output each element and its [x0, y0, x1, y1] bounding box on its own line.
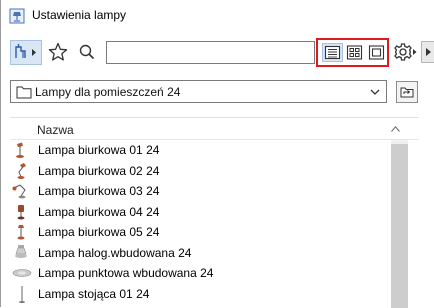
desk-lamp-icon	[17, 225, 25, 240]
library-filter-button[interactable]	[10, 40, 42, 65]
window-title: Ustawienia lampy	[32, 8, 127, 22]
list-item-label: Lampa biurkowa 01 24	[38, 143, 160, 157]
chevron-down-icon	[370, 89, 380, 95]
list-scrollbar[interactable]	[391, 140, 408, 308]
folder-up-button[interactable]	[396, 81, 418, 103]
list-header: Nazwa	[10, 118, 419, 140]
list-item[interactable]: Lampa biurkowa 01 24	[10, 140, 391, 161]
recessed-spot-icon	[12, 269, 32, 277]
lamp-settings-dialog: Ustawienia lampy Lampy dla pomieszczeń 2…	[0, 0, 434, 308]
list-item-label: Lampa biurkowa 04 24	[38, 204, 160, 219]
folder-up-icon	[400, 87, 414, 98]
list-item[interactable]: Lampa halog.wbudowana 24	[10, 243, 391, 264]
desk-lamp-icon	[17, 204, 25, 219]
list-item[interactable]: Lampa punktowa wbudowana 24	[10, 263, 391, 284]
column-header-name[interactable]: Nazwa	[37, 123, 74, 137]
star-icon	[48, 42, 68, 61]
list-item-label: Lampa biurkowa 03 24	[38, 184, 160, 198]
scrollbar-thumb[interactable]	[391, 144, 408, 308]
list-item-label: Lampa halog.wbudowana 24	[38, 245, 192, 260]
recessed-halogen-icon	[15, 244, 27, 258]
toolbar	[1, 32, 434, 74]
lamp-app-icon	[9, 8, 25, 24]
desk-lamp-icon	[17, 162, 26, 179]
grid-view-icon	[346, 45, 363, 60]
folder-icon	[16, 86, 32, 99]
sort-ascending-icon[interactable]	[391, 126, 400, 132]
desk-lamp-icon	[16, 142, 24, 158]
library-object-icon	[15, 44, 36, 58]
list-item[interactable]: Lampa biurkowa 05 24	[10, 222, 391, 243]
gear-icon	[394, 43, 417, 61]
view-mode-group	[316, 38, 389, 67]
preview-view-button[interactable]	[366, 43, 387, 62]
grid-view-button[interactable]	[344, 43, 365, 62]
list-rows: Lampa biurkowa 01 24 Lampa biurkowa 02 2…	[10, 140, 391, 308]
list-view-icon	[324, 45, 341, 60]
favorites-button[interactable]	[47, 41, 69, 63]
list-item-label: Lampa biurkowa 02 24	[38, 163, 160, 178]
title-bar: Ustawienia lampy	[1, 0, 434, 32]
list-item[interactable]: Lampa stojąca 01 24	[10, 284, 391, 305]
search-icon	[79, 44, 95, 60]
list-view-button[interactable]	[322, 43, 343, 62]
settings-button[interactable]	[392, 41, 418, 63]
list-item[interactable]: Lampa biurkowa 02 24	[10, 161, 391, 182]
list-item-label: Lampa stojąca 01 24	[38, 286, 150, 301]
floor-lamp-icon	[19, 285, 25, 303]
preview-view-icon	[368, 45, 385, 60]
search-input[interactable]	[106, 41, 315, 64]
search-button[interactable]	[76, 41, 98, 63]
chevron-right-icon	[426, 48, 431, 56]
panel-expand-button[interactable]	[421, 41, 434, 63]
folder-dropdown[interactable]: Lampy dla pomieszczeń 24	[10, 80, 387, 103]
list-item[interactable]: Lampa biurkowa 04 24	[10, 202, 391, 223]
folder-dropdown-value: Lampy dla pomieszczeń 24	[35, 85, 181, 99]
list-item-label: Lampa biurkowa 05 24	[38, 225, 160, 239]
desk-lamp-icon	[12, 184, 26, 199]
list-item[interactable]: Lampa biurkowa 03 24	[10, 181, 391, 202]
list-item-label: Lampa punktowa wbudowana 24	[38, 266, 214, 280]
library-item-list: Nazwa Lampa biurkowa 01 24 Lampa biurkow…	[10, 117, 419, 308]
